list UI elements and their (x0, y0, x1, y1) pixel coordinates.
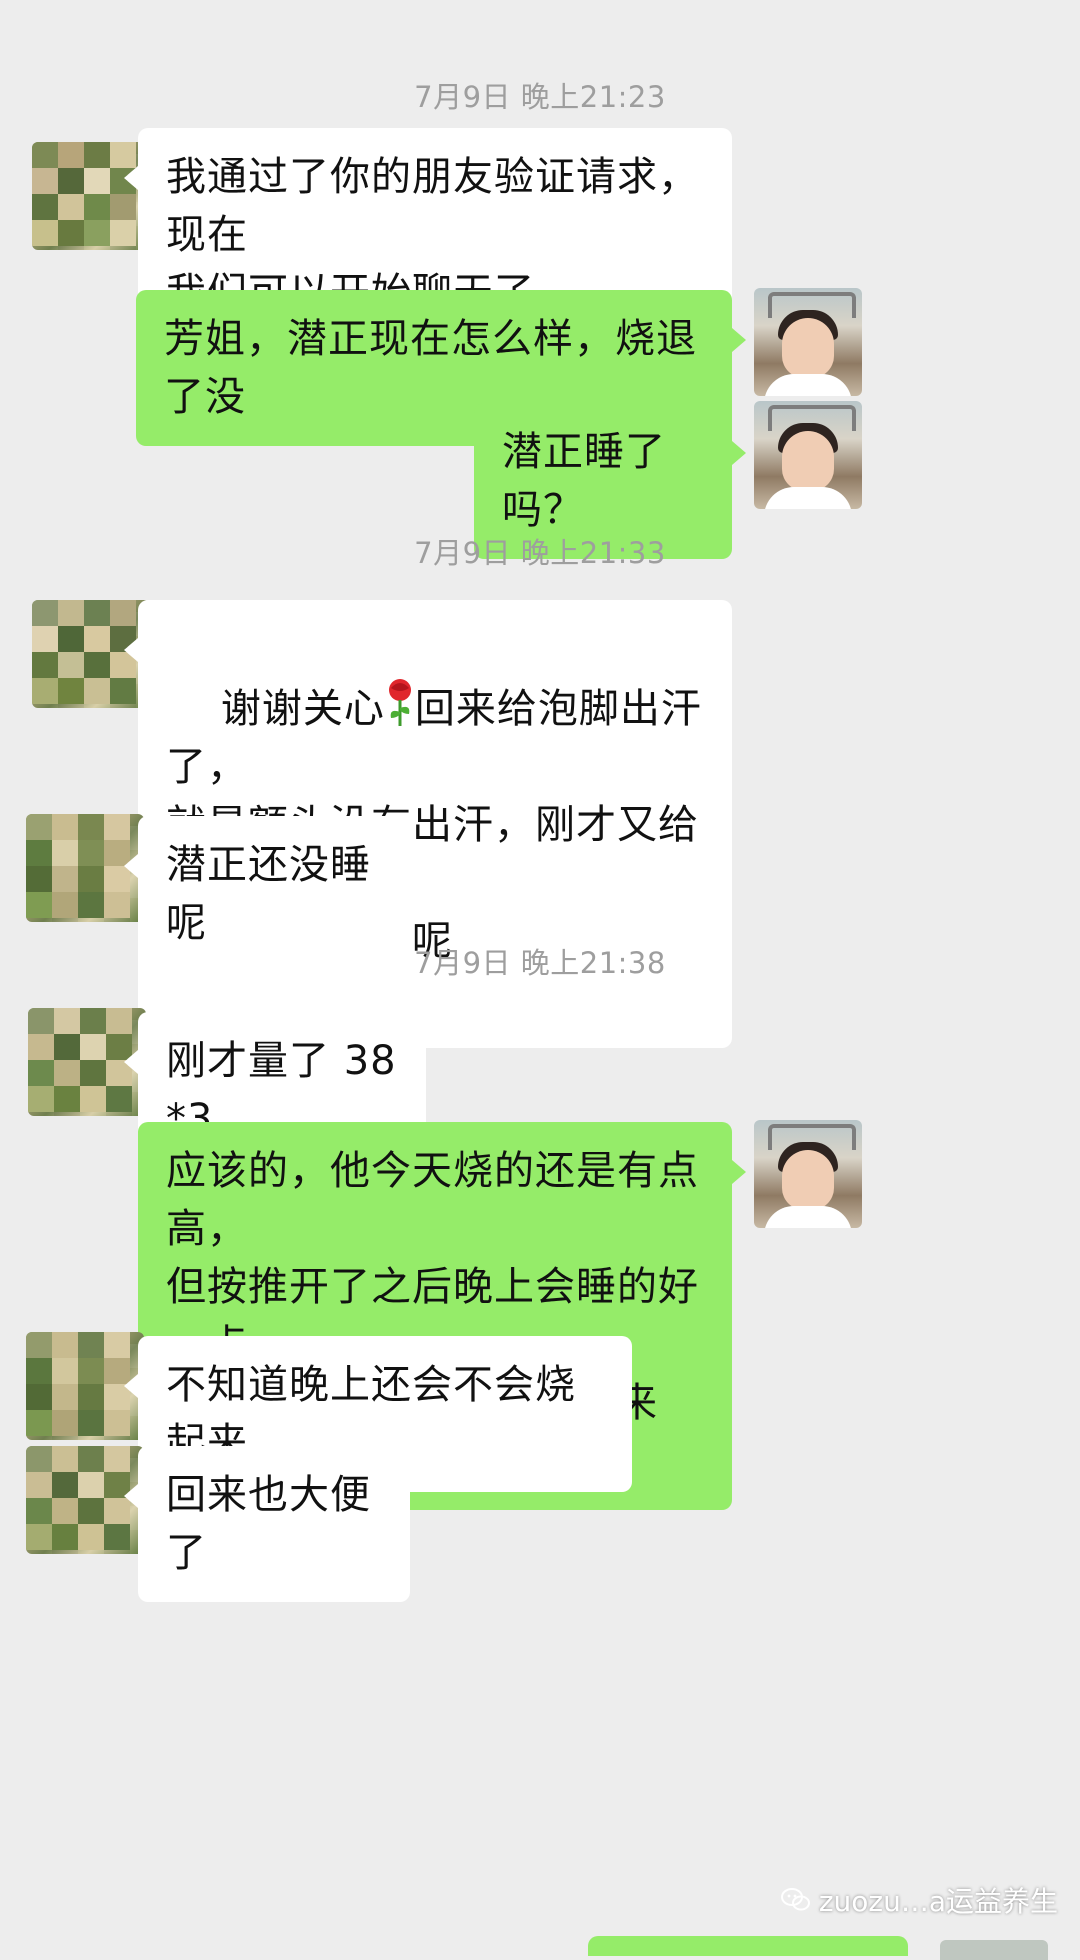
user-avatar[interactable] (754, 401, 862, 509)
wechat-icon (780, 1888, 810, 1911)
chat-area[interactable]: 7月9日 晚上21:23 我通过了你的朋友验证请求，现在 我们可以开始聊天了 芳… (0, 0, 1080, 1960)
user-avatar[interactable] (754, 1120, 862, 1228)
user-avatar[interactable] (754, 288, 862, 396)
rose-emoji-icon (385, 678, 415, 728)
contact-avatar[interactable] (32, 142, 150, 250)
watermark-text: zuozu…a运益养生 (818, 1885, 1058, 1918)
watermark: zuozu…a运益养生 (780, 1880, 1058, 1920)
timestamp: 7月9日 晚上21:23 (414, 80, 666, 114)
timestamp: 7月9日 晚上21:38 (414, 946, 666, 980)
user-avatar-partial[interactable] (940, 1940, 1048, 1960)
timestamp: 7月9日 晚上21:33 (414, 536, 666, 570)
message-bubble-sent-partial[interactable] (588, 1936, 908, 1956)
message-text: 谢谢关心 (220, 686, 385, 732)
message-bubble-received[interactable]: 回来也大便了 (124, 1446, 410, 1602)
